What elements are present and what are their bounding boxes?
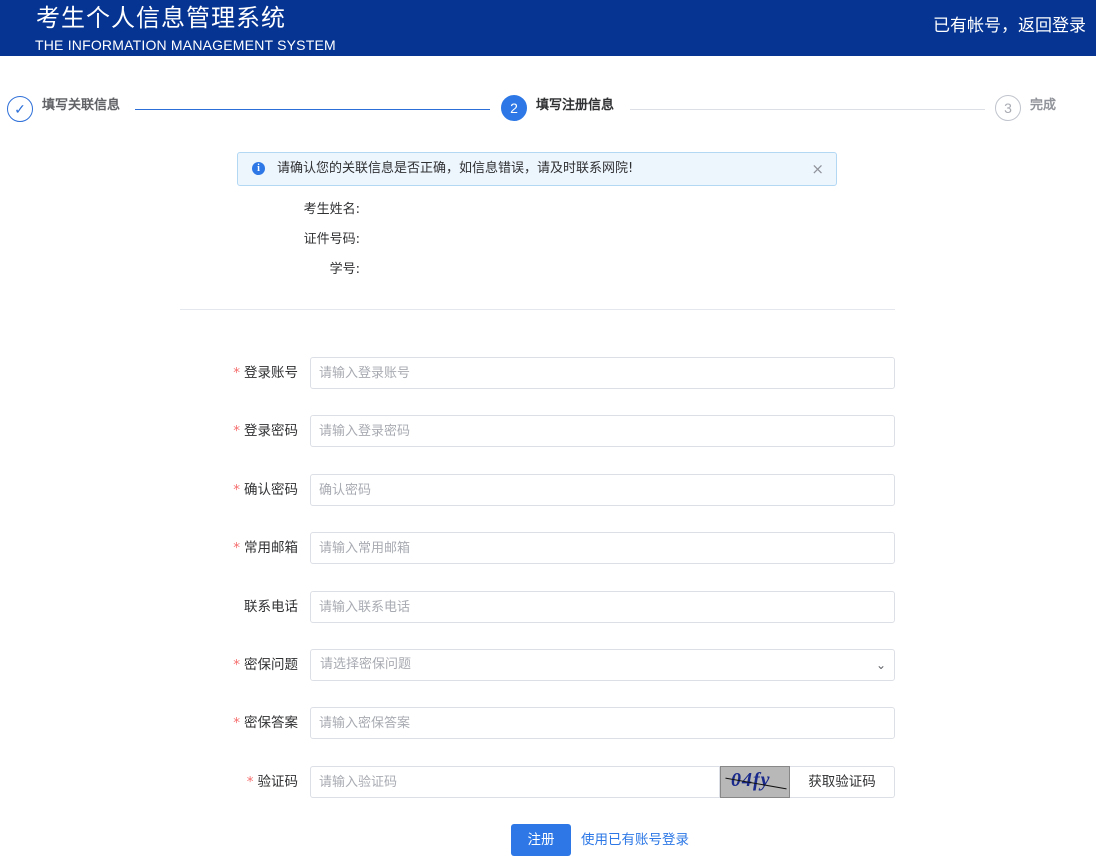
step-3-number: 3 <box>995 95 1021 121</box>
form-row-email: * 常用邮箱 <box>180 532 895 564</box>
captcha-label: * 验证码 <box>246 774 298 790</box>
info-icon: i <box>252 162 265 175</box>
required-mark: * <box>233 657 240 673</box>
required-mark: * <box>233 482 240 498</box>
student-name-label: 考生姓名: <box>303 202 360 217</box>
form-row-captcha: *验证码 04fy 获取验证码 <box>180 766 895 798</box>
form-row-confirm: * 确认密码 <box>180 474 895 506</box>
confirm-password-label: * 确认密码 <box>233 482 298 498</box>
register-button[interactable]: 注册 <box>511 824 571 856</box>
required-mark: * <box>233 365 240 381</box>
email-field[interactable] <box>310 532 895 564</box>
captcha-image[interactable]: 04fy <box>720 766 790 798</box>
security-question-placeholder: 请选择密保问题 <box>320 657 412 672</box>
step-connector-2 <box>630 109 985 110</box>
phone-input[interactable] <box>310 591 895 623</box>
confirm-password-input[interactable] <box>310 474 895 506</box>
id-number-label: 证件号码: <box>303 232 360 247</box>
get-captcha-button[interactable]: 获取验证码 <box>790 766 895 798</box>
required-mark: * <box>233 715 240 731</box>
app-header: 考生个人信息管理系统 THE INFORMATION MANAGEMENT SY… <box>0 0 1096 56</box>
app-subtitle: THE INFORMATION MANAGEMENT SYSTEM <box>35 37 336 53</box>
password-input[interactable] <box>310 415 895 447</box>
security-question-select[interactable]: 请选择密保问题 ⌄ <box>310 649 895 681</box>
required-mark: * <box>246 774 254 790</box>
info-row-student-no: 学号: <box>180 261 880 279</box>
required-mark: * <box>233 423 240 439</box>
step-1-check-icon: ✓ <box>7 96 33 122</box>
close-icon[interactable]: × <box>811 159 824 179</box>
step-2-number: 2 <box>501 95 527 121</box>
chevron-down-icon: ⌄ <box>875 658 886 672</box>
step-1-label: 填写关联信息 <box>42 98 121 113</box>
required-mark: * <box>233 540 240 556</box>
info-alert: i 请确认您的关联信息是否正确，如信息错误，请及时联系网院! × <box>237 152 837 186</box>
form-row-account: * 登录账号 <box>180 357 895 389</box>
info-row-id: 证件号码: <box>180 231 880 249</box>
alert-message: 请确认您的关联信息是否正确，如信息错误，请及时联系网院! <box>277 161 634 176</box>
security-answer-input[interactable] <box>310 707 895 739</box>
password-label: * 登录密码 <box>233 423 298 439</box>
form-row-answer: * 密保答案 <box>180 707 895 739</box>
registration-steps: ✓ 填写关联信息 2 填写注册信息 3 完成 <box>0 92 1096 126</box>
student-number-label: 学号: <box>329 262 360 277</box>
step-connector-1 <box>135 109 490 110</box>
email-label: * 常用邮箱 <box>233 540 298 556</box>
form-row-password: * 登录密码 <box>180 415 895 447</box>
step-2-label: 填写注册信息 <box>536 98 615 113</box>
security-question-label: * 密保问题 <box>233 657 298 673</box>
use-existing-account-link[interactable]: 使用已有账号登录 <box>581 831 689 849</box>
app-title: 考生个人信息管理系统 <box>36 4 286 32</box>
info-row-name: 考生姓名: <box>180 201 880 219</box>
phone-label: 联系电话 <box>244 599 298 615</box>
account-input[interactable] <box>310 357 895 389</box>
account-label: * 登录账号 <box>233 365 298 381</box>
form-row-phone: 联系电话 <box>180 591 895 623</box>
section-divider <box>180 309 895 310</box>
step-3-label: 完成 <box>1030 98 1057 113</box>
form-row-question: * 密保问题 请选择密保问题 ⌄ <box>180 649 895 681</box>
security-answer-label: * 密保答案 <box>233 715 298 731</box>
captcha-input[interactable] <box>310 766 720 798</box>
back-to-login-link[interactable]: 已有帐号，返回登录 <box>933 14 1086 38</box>
